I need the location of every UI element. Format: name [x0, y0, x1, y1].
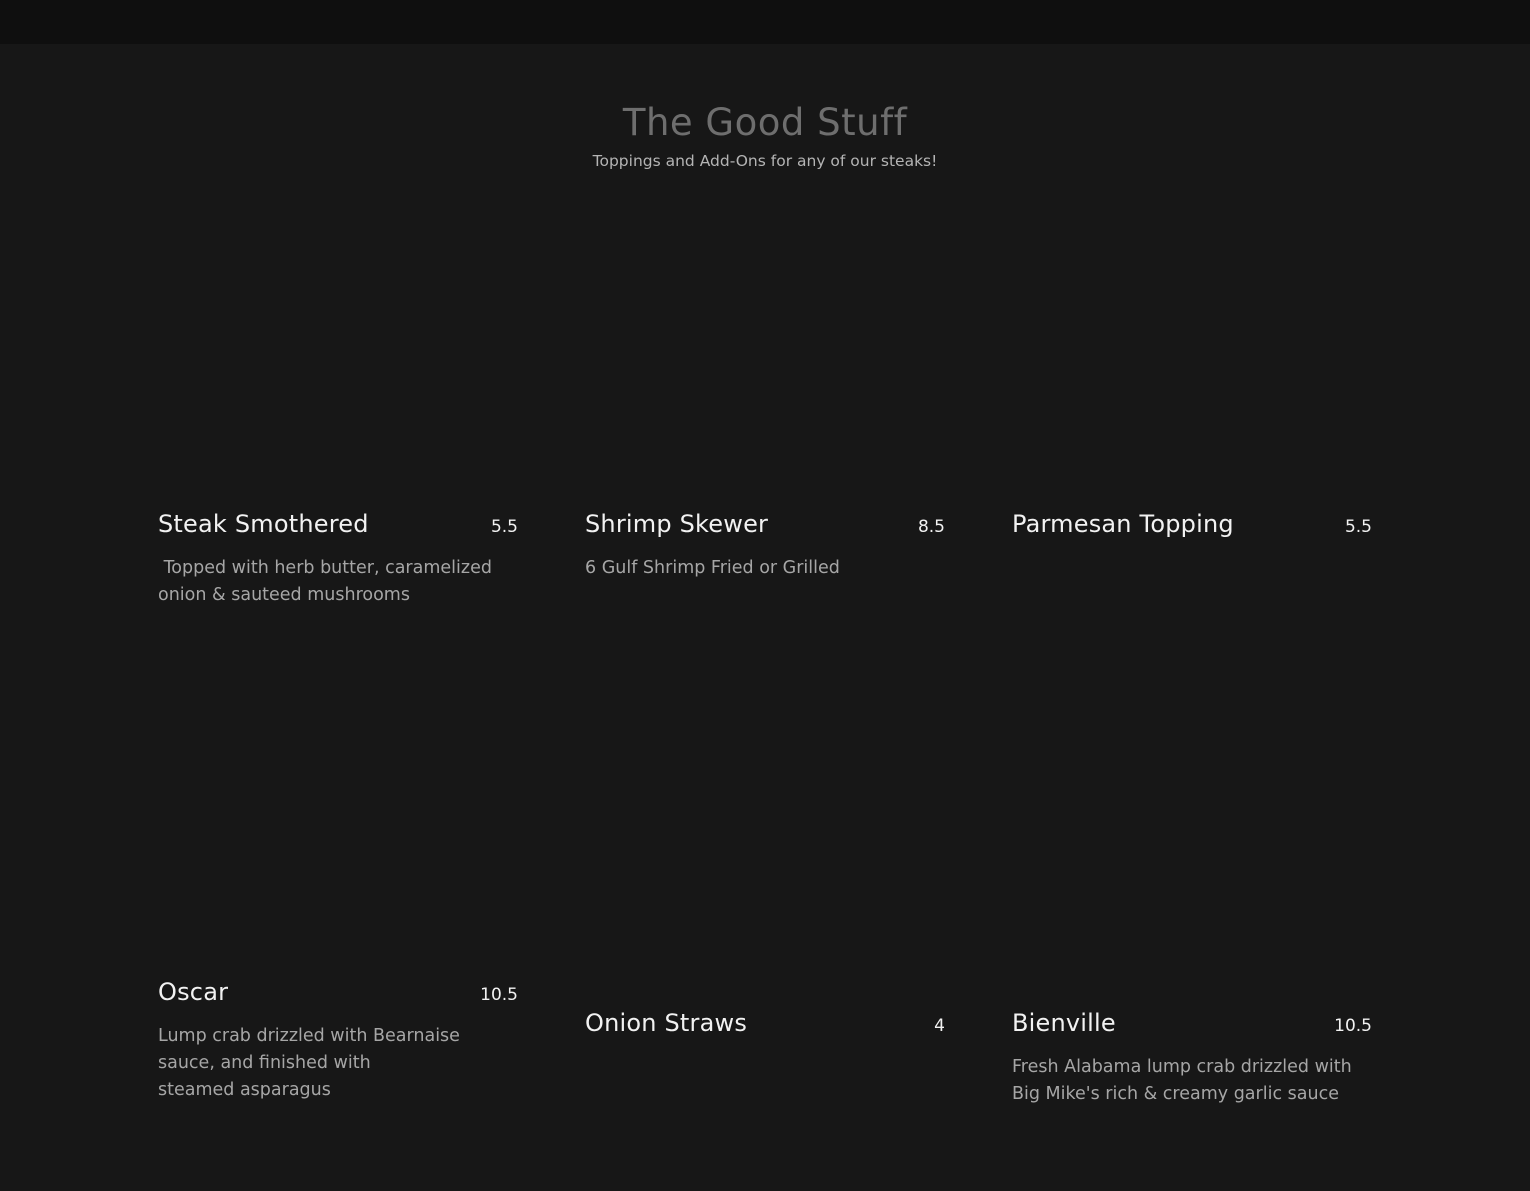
page-title: The Good Stuff	[622, 101, 908, 144]
menu-item-price: 4	[934, 1016, 945, 1036]
menu-item-name: Steak Smothered	[158, 510, 369, 538]
menu-item-price: 5.5	[490, 517, 518, 537]
menu-item-description: Lump crab drizzled with Bearnaise sauce,…	[158, 1026, 460, 1100]
menu-item-description: Topped with herb butter, caramelized oni…	[158, 558, 498, 605]
menu-item-oscar: Oscar 10.5 Lump crab drizzled with Bearn…	[158, 976, 518, 1104]
menu-item-name: Bienville	[1012, 1009, 1116, 1037]
menu-item-name: Onion Straws	[585, 1009, 748, 1037]
menu-item-bienville: Bienville 10.5 Fresh Alabama lump crab d…	[1012, 1007, 1372, 1108]
menu-item-shrimp-skewer: Shrimp Skewer 8.5 6 Gulf Shrimp Fried or…	[585, 508, 945, 582]
menu-item-parmesan-topping: Parmesan Topping 5.5	[1012, 508, 1372, 543]
section-heading: The Good Stuff Toppings and Add-Ons for …	[0, 100, 1530, 172]
menu-item-price: 8.5	[917, 517, 945, 537]
menu-item-description: 6 Gulf Shrimp Fried or Grilled	[585, 558, 840, 578]
page-subtitle: Toppings and Add-Ons for any of our stea…	[592, 152, 938, 170]
menu-item-price: 10.5	[480, 985, 518, 1005]
menu-item-steak-smothered: Steak Smothered 5.5 Topped with herb but…	[158, 508, 518, 609]
menu-item-onion-straws: Onion Straws 4	[585, 1007, 945, 1042]
menu-item-price: 5.5	[1344, 517, 1372, 537]
menu-item-name: Shrimp Skewer	[585, 510, 769, 538]
menu-item-price: 10.5	[1334, 1016, 1372, 1036]
menu-item-description: Fresh Alabama lump crab drizzled with Bi…	[1012, 1057, 1358, 1104]
menu-item-name: Oscar	[158, 978, 229, 1006]
menu-item-name: Parmesan Topping	[1012, 510, 1234, 538]
top-bar	[0, 0, 1530, 44]
